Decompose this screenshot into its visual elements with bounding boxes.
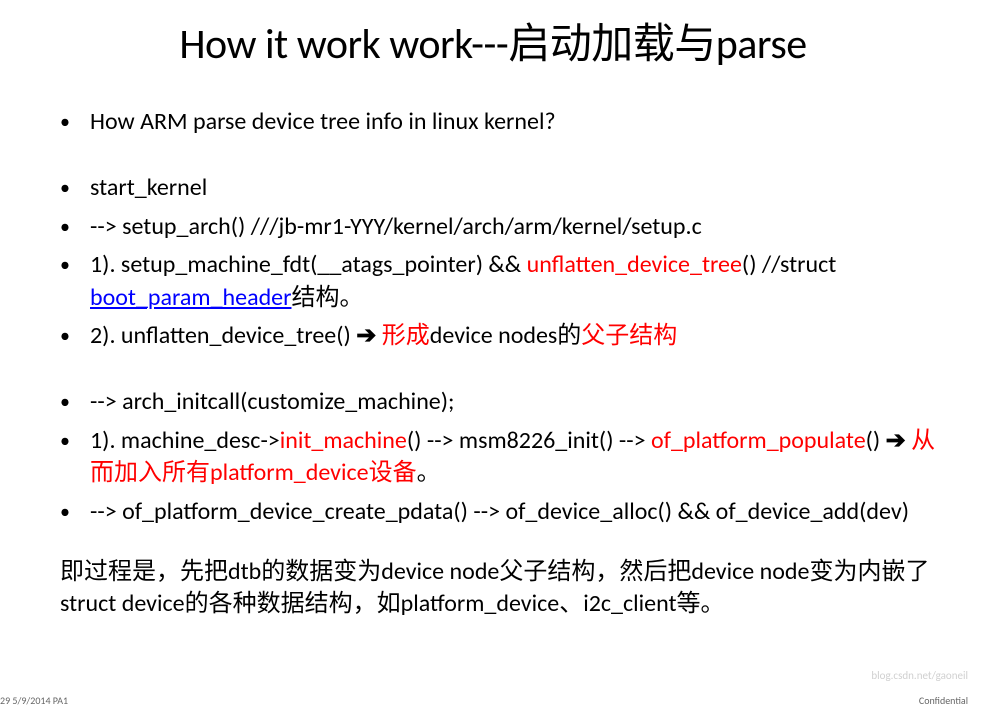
list-item: • How ARM parse device tree info in linu…	[60, 106, 946, 138]
list-item: • 1). setup_machine_fdt(__atags_pointer)…	[60, 249, 946, 314]
bullet-text: start_kernel	[90, 172, 946, 204]
spacer	[60, 144, 946, 172]
bullet-marker: •	[60, 211, 90, 241]
arrow-icon: ➔	[356, 321, 376, 350]
text-red: of_platform_populate	[651, 426, 866, 455]
bullet-text: How ARM parse device tree info in linux …	[90, 106, 946, 138]
text-segment: 结构。	[291, 283, 363, 312]
slide-content: How it work work---启动加载与parse • How ARM …	[0, 0, 986, 696]
text-segment: ()	[866, 426, 886, 455]
text-segment: () //struct	[742, 250, 836, 279]
text-red: unflatten_device_tree	[527, 250, 742, 279]
bullet-marker: •	[60, 320, 90, 350]
link-text[interactable]: boot_param_header	[90, 283, 291, 312]
text-red: 形成	[376, 321, 429, 350]
text-segment: 。	[417, 458, 441, 487]
bullet-marker: •	[60, 106, 90, 136]
bullet-marker: •	[60, 249, 90, 279]
list-item: • 1). machine_desc->init_machine() --> m…	[60, 425, 946, 490]
list-item: • --> arch_initcall(customize_machine);	[60, 386, 946, 418]
text-segment: () --> msm8226_init() -->	[407, 426, 651, 455]
bullet-marker: •	[60, 425, 90, 455]
text-red: init_machine	[280, 426, 407, 455]
bullet-text: 1). machine_desc->init_machine() --> msm…	[90, 425, 946, 490]
bullet-text: 2). unflatten_device_tree() ➔ 形成device n…	[90, 320, 946, 352]
text-segment: 1). machine_desc->	[90, 426, 280, 455]
list-item: • start_kernel	[60, 172, 946, 204]
text-segment: 2). unflatten_device_tree()	[90, 321, 356, 350]
slide-title: How it work work---启动加载与parse	[40, 10, 946, 71]
list-item: • --> of_platform_device_create_pdata() …	[60, 496, 946, 528]
text-red: 父子结构	[581, 321, 677, 350]
watermark: blog.csdn.net/gaoneil	[871, 669, 968, 682]
text-segment: 1). setup_machine_fdt(__atags_pointer) &…	[90, 250, 527, 279]
bullet-marker: •	[60, 172, 90, 202]
bullet-marker: •	[60, 386, 90, 416]
list-item: • 2). unflatten_device_tree() ➔ 形成device…	[60, 320, 946, 352]
bullet-marker: •	[60, 496, 90, 526]
spacer	[60, 358, 946, 386]
bullet-text: --> setup_arch() ///jb-mr1-YYY/kernel/ar…	[90, 211, 946, 243]
bullet-text: --> of_platform_device_create_pdata() --…	[90, 496, 946, 528]
list-item: • --> setup_arch() ///jb-mr1-YYY/kernel/…	[60, 211, 946, 243]
arrow-icon: ➔	[886, 426, 906, 455]
bullet-list: • How ARM parse device tree info in linu…	[40, 106, 946, 528]
text-segment: device nodes的	[430, 321, 582, 350]
summary-text: 即过程是，先把dtb的数据变为device node父子结构，然后把device…	[40, 556, 946, 621]
bullet-text: 1). setup_machine_fdt(__atags_pointer) &…	[90, 249, 946, 314]
bullet-text: --> arch_initcall(customize_machine);	[90, 386, 946, 418]
